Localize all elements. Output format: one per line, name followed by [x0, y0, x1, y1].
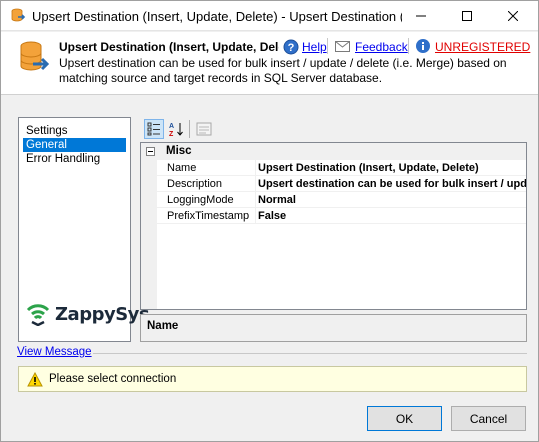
property-pages-button[interactable]	[194, 119, 214, 139]
header-panel: Upsert Destination (Insert, Update, Dele…	[1, 32, 538, 94]
header-separator	[408, 38, 409, 54]
svg-text:A: A	[169, 123, 174, 130]
nav-item-label: General	[26, 139, 67, 151]
message-text: Please select connection	[49, 373, 177, 385]
view-message-divider	[93, 353, 527, 354]
zappysys-logo: ZappySys	[25, 300, 150, 328]
row-line	[157, 223, 526, 224]
row-gutter	[141, 208, 157, 224]
nav-item-settings[interactable]: Settings	[23, 124, 126, 138]
row-gutter	[141, 176, 157, 192]
unregistered-link[interactable]: UNREGISTERED	[435, 40, 530, 54]
info-icon	[416, 39, 430, 53]
property-description-pane: Name	[140, 314, 527, 342]
collapse-icon[interactable]	[146, 147, 155, 156]
property-name: PrefixTimestamp	[167, 210, 250, 222]
categorized-view-button[interactable]	[144, 119, 164, 139]
cancel-button[interactable]: Cancel	[451, 406, 526, 431]
warning-icon	[27, 372, 43, 387]
grid-empty-gutter	[141, 224, 157, 309]
header-separator	[327, 38, 328, 54]
toolbar-separator	[189, 120, 190, 138]
database-arrow-icon	[11, 8, 26, 22]
component-description: Upsert destination can be used for bulk …	[59, 56, 507, 85]
minimize-icon	[416, 15, 426, 17]
description-title: Name	[147, 320, 179, 332]
row-gutter	[141, 160, 157, 176]
logo-text: ZappySys	[55, 304, 150, 325]
component-title: Upsert Destination (Insert, Update, Dele…	[59, 40, 279, 54]
nav-item-label: Settings	[26, 125, 68, 137]
mail-icon[interactable]	[335, 41, 350, 52]
help-link[interactable]: Help	[302, 40, 327, 54]
message-box: Please select connection	[18, 366, 527, 392]
maximize-button[interactable]	[444, 1, 490, 31]
category-label: Misc	[166, 145, 192, 157]
column-divider	[255, 208, 256, 224]
nav-item-label: Error Handling	[26, 153, 101, 165]
close-button[interactable]	[490, 1, 536, 31]
column-divider	[255, 160, 256, 176]
property-row-prefixtimestamp[interactable]: PrefixTimestamp False	[141, 208, 526, 224]
property-pages-icon	[196, 122, 212, 136]
sort-alphabetical-button[interactable]: A Z	[166, 119, 186, 139]
help-icon[interactable]: ?	[283, 39, 299, 55]
feedback-link[interactable]: Feedback	[355, 40, 408, 54]
wifi-logo-icon	[26, 304, 50, 326]
property-grid[interactable]: Misc Name Upsert Destination (Insert, Up…	[140, 142, 527, 310]
column-divider	[255, 176, 256, 192]
title-bar[interactable]: Upsert Destination (Insert, Update, Dele…	[1, 1, 538, 31]
svg-text:?: ?	[288, 42, 295, 54]
row-gutter	[141, 192, 157, 208]
nav-item-error-handling[interactable]: Error Handling	[23, 152, 126, 166]
dialog-window: Upsert Destination (Insert, Update, Dele…	[0, 0, 539, 442]
property-row-name[interactable]: Name Upsert Destination (Insert, Update,…	[141, 160, 526, 176]
category-row-misc[interactable]: Misc	[141, 143, 526, 160]
close-icon	[508, 11, 518, 21]
property-row-description[interactable]: Description Upsert destination can be us…	[141, 176, 526, 192]
property-value[interactable]: Upsert destination can be used for bulk …	[258, 177, 526, 191]
categorized-view-icon	[147, 122, 160, 136]
minimize-button[interactable]	[398, 1, 444, 31]
property-name: Description	[167, 178, 223, 190]
property-value[interactable]: Normal	[258, 193, 526, 207]
settings-nav-list[interactable]: Settings General Error Handling ZappySys	[18, 117, 150, 342]
column-divider	[255, 192, 256, 208]
sort-az-icon: A Z	[169, 123, 183, 137]
view-message-link[interactable]: View Message	[17, 346, 92, 358]
property-row-loggingmode[interactable]: LoggingMode Normal	[141, 192, 526, 208]
database-arrow-icon	[20, 41, 49, 71]
svg-text:Z: Z	[169, 131, 174, 137]
nav-item-general[interactable]: General	[23, 138, 126, 152]
property-value[interactable]: Upsert Destination (Insert, Update, Dele…	[258, 161, 526, 175]
header-divider	[1, 94, 538, 95]
property-value[interactable]: False	[258, 209, 526, 223]
property-name: LoggingMode	[167, 194, 234, 206]
ok-button[interactable]: OK	[367, 406, 442, 431]
maximize-icon	[462, 11, 472, 21]
property-name: Name	[167, 162, 197, 174]
window-title: Upsert Destination (Insert, Update, Dele…	[32, 9, 402, 24]
